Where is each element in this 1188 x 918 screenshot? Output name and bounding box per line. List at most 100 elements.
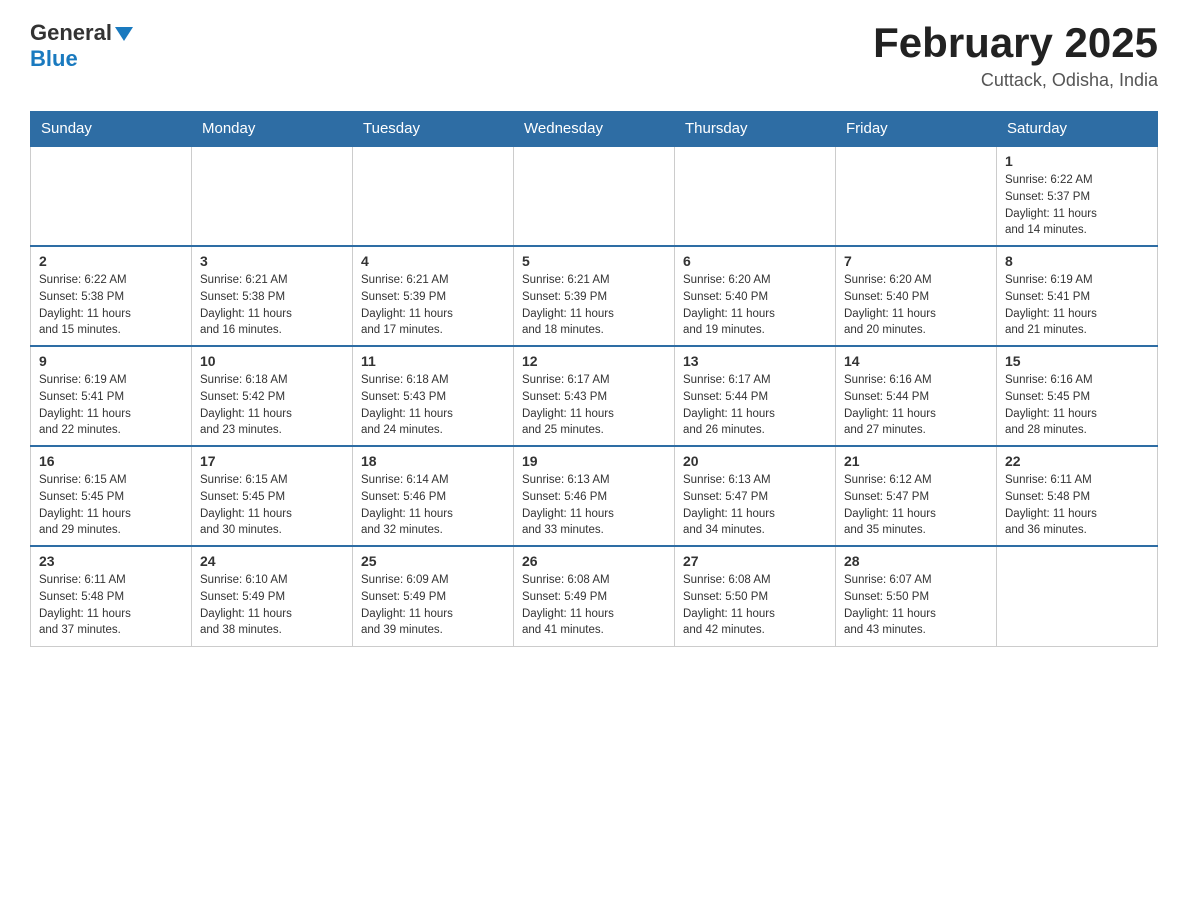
day-number: 23 — [39, 553, 183, 569]
day-number: 17 — [200, 453, 344, 469]
calendar-day-cell: 13 Sunrise: 6:17 AM Sunset: 5:44 PM Dayli… — [675, 346, 836, 446]
day-number: 10 — [200, 353, 344, 369]
calendar-day-cell — [353, 146, 514, 246]
calendar-day-cell: 25Sunrise: 6:09 AM Sunset: 5:49 PM Dayli… — [353, 546, 514, 646]
page-header: General Blue February 2025 Cuttack, Odis… — [30, 20, 1158, 91]
calendar-day-cell: 4 Sunrise: 6:21 AM Sunset: 5:39 PM Daylig… — [353, 246, 514, 346]
day-info: Sunrise: 6:20 AM Sunset: 5:40 PM Dayligh… — [844, 272, 988, 339]
day-info: Sunrise: 6:08 AM Sunset: 5:49 PM Dayligh… — [522, 572, 666, 639]
day-number: 24 — [200, 553, 344, 569]
calendar-day-cell: 28 Sunrise: 6:07 AM Sunset: 5:50 PM Dayli… — [836, 546, 997, 646]
calendar-day-cell: 2 Sunrise: 6:22 AM Sunset: 5:38 PM Daylig… — [31, 246, 192, 346]
day-info: Sunrise: 6:14 AM Sunset: 5:46 PM Dayligh… — [361, 472, 505, 539]
day-number: 1 — [1005, 153, 1149, 169]
day-number: 19 — [522, 453, 666, 469]
calendar-day-cell: 19 Sunrise: 6:13 AM Sunset: 5:46 PM Dayli… — [514, 446, 675, 546]
day-number: 9 — [39, 353, 183, 369]
day-info: Sunrise: 6:08 AM Sunset: 5:50 PM Dayligh… — [683, 572, 827, 639]
day-info: Sunrise: 6:19 AM Sunset: 5:41 PM Dayligh… — [39, 372, 183, 439]
calendar-table: SundayMondayTuesdayWednesdayThursdayFrid… — [30, 111, 1158, 647]
day-info: Sunrise: 6:13 AM Sunset: 5:47 PM Dayligh… — [683, 472, 827, 539]
day-info: Sunrise: 6:15 AM Sunset: 5:45 PM Dayligh… — [39, 472, 183, 539]
day-of-week-header: Friday — [836, 112, 997, 147]
logo-triangle-icon — [115, 27, 133, 41]
logo-blue-text: Blue — [30, 46, 78, 71]
calendar-day-cell: 10 Sunrise: 6:18 AM Sunset: 5:42 PM Dayli… — [192, 346, 353, 446]
calendar-day-cell: 23 Sunrise: 6:11 AM Sunset: 5:48 PM Dayli… — [31, 546, 192, 646]
day-info: Sunrise: 6:17 AM Sunset: 5:44 PM Dayligh… — [683, 372, 827, 439]
day-info: Sunrise: 6:07 AM Sunset: 5:50 PM Dayligh… — [844, 572, 988, 639]
day-of-week-header: Thursday — [675, 112, 836, 147]
calendar-day-cell: 15 Sunrise: 6:16 AM Sunset: 5:45 PM Dayli… — [997, 346, 1158, 446]
day-of-week-header: Tuesday — [353, 112, 514, 147]
month-title: February 2025 — [873, 20, 1158, 66]
day-of-week-header: Sunday — [31, 112, 192, 147]
calendar-day-cell: 5Sunrise: 6:21 AM Sunset: 5:39 PM Daylig… — [514, 246, 675, 346]
day-info: Sunrise: 6:11 AM Sunset: 5:48 PM Dayligh… — [1005, 472, 1149, 539]
calendar-day-cell — [836, 146, 997, 246]
day-info: Sunrise: 6:16 AM Sunset: 5:44 PM Dayligh… — [844, 372, 988, 439]
day-number: 21 — [844, 453, 988, 469]
day-number: 15 — [1005, 353, 1149, 369]
calendar-day-cell: 21 Sunrise: 6:12 AM Sunset: 5:47 PM Dayli… — [836, 446, 997, 546]
title-area: February 2025 Cuttack, Odisha, India — [873, 20, 1158, 91]
day-number: 14 — [844, 353, 988, 369]
day-info: Sunrise: 6:13 AM Sunset: 5:46 PM Dayligh… — [522, 472, 666, 539]
day-number: 28 — [844, 553, 988, 569]
day-number: 13 — [683, 353, 827, 369]
day-info: Sunrise: 6:18 AM Sunset: 5:42 PM Dayligh… — [200, 372, 344, 439]
calendar-header-row: SundayMondayTuesdayWednesdayThursdayFrid… — [31, 112, 1158, 147]
day-of-week-header: Monday — [192, 112, 353, 147]
day-number: 3 — [200, 253, 344, 269]
day-number: 16 — [39, 453, 183, 469]
day-info: Sunrise: 6:11 AM Sunset: 5:48 PM Dayligh… — [39, 572, 183, 639]
calendar-day-cell: 11 Sunrise: 6:18 AM Sunset: 5:43 PM Dayli… — [353, 346, 514, 446]
day-number: 4 — [361, 253, 505, 269]
day-number: 8 — [1005, 253, 1149, 269]
calendar-day-cell: 18Sunrise: 6:14 AM Sunset: 5:46 PM Dayli… — [353, 446, 514, 546]
calendar-week-row: 9 Sunrise: 6:19 AM Sunset: 5:41 PM Daylig… — [31, 346, 1158, 446]
day-info: Sunrise: 6:16 AM Sunset: 5:45 PM Dayligh… — [1005, 372, 1149, 439]
calendar-day-cell: 9 Sunrise: 6:19 AM Sunset: 5:41 PM Daylig… — [31, 346, 192, 446]
day-number: 25 — [361, 553, 505, 569]
day-info: Sunrise: 6:20 AM Sunset: 5:40 PM Dayligh… — [683, 272, 827, 339]
day-number: 7 — [844, 253, 988, 269]
day-number: 26 — [522, 553, 666, 569]
day-number: 20 — [683, 453, 827, 469]
calendar-week-row: 1 Sunrise: 6:22 AM Sunset: 5:37 PM Daylig… — [31, 146, 1158, 246]
calendar-day-cell: 27Sunrise: 6:08 AM Sunset: 5:50 PM Dayli… — [675, 546, 836, 646]
day-info: Sunrise: 6:22 AM Sunset: 5:37 PM Dayligh… — [1005, 172, 1149, 239]
day-number: 6 — [683, 253, 827, 269]
day-info: Sunrise: 6:22 AM Sunset: 5:38 PM Dayligh… — [39, 272, 183, 339]
day-of-week-header: Saturday — [997, 112, 1158, 147]
day-number: 11 — [361, 353, 505, 369]
calendar-day-cell: 16 Sunrise: 6:15 AM Sunset: 5:45 PM Dayli… — [31, 446, 192, 546]
calendar-day-cell: 22 Sunrise: 6:11 AM Sunset: 5:48 PM Dayli… — [997, 446, 1158, 546]
calendar-day-cell: 17 Sunrise: 6:15 AM Sunset: 5:45 PM Dayli… — [192, 446, 353, 546]
day-info: Sunrise: 6:17 AM Sunset: 5:43 PM Dayligh… — [522, 372, 666, 439]
day-number: 2 — [39, 253, 183, 269]
day-info: Sunrise: 6:12 AM Sunset: 5:47 PM Dayligh… — [844, 472, 988, 539]
day-info: Sunrise: 6:19 AM Sunset: 5:41 PM Dayligh… — [1005, 272, 1149, 339]
day-info: Sunrise: 6:21 AM Sunset: 5:39 PM Dayligh… — [361, 272, 505, 339]
day-number: 12 — [522, 353, 666, 369]
calendar-day-cell: 7 Sunrise: 6:20 AM Sunset: 5:40 PM Daylig… — [836, 246, 997, 346]
calendar-day-cell: 1 Sunrise: 6:22 AM Sunset: 5:37 PM Daylig… — [997, 146, 1158, 246]
day-info: Sunrise: 6:21 AM Sunset: 5:38 PM Dayligh… — [200, 272, 344, 339]
calendar-day-cell: 12 Sunrise: 6:17 AM Sunset: 5:43 PM Dayli… — [514, 346, 675, 446]
calendar-day-cell — [997, 546, 1158, 646]
day-info: Sunrise: 6:10 AM Sunset: 5:49 PM Dayligh… — [200, 572, 344, 639]
calendar-day-cell: 20 Sunrise: 6:13 AM Sunset: 5:47 PM Dayli… — [675, 446, 836, 546]
day-info: Sunrise: 6:18 AM Sunset: 5:43 PM Dayligh… — [361, 372, 505, 439]
location-text: Cuttack, Odisha, India — [873, 70, 1158, 91]
calendar-week-row: 16 Sunrise: 6:15 AM Sunset: 5:45 PM Dayli… — [31, 446, 1158, 546]
day-info: Sunrise: 6:15 AM Sunset: 5:45 PM Dayligh… — [200, 472, 344, 539]
day-info: Sunrise: 6:21 AM Sunset: 5:39 PM Dayligh… — [522, 272, 666, 339]
calendar-day-cell: 26 Sunrise: 6:08 AM Sunset: 5:49 PM Dayli… — [514, 546, 675, 646]
calendar-day-cell: 14 Sunrise: 6:16 AM Sunset: 5:44 PM Dayli… — [836, 346, 997, 446]
calendar-day-cell: 6 Sunrise: 6:20 AM Sunset: 5:40 PM Daylig… — [675, 246, 836, 346]
day-number: 22 — [1005, 453, 1149, 469]
day-of-week-header: Wednesday — [514, 112, 675, 147]
calendar-day-cell — [514, 146, 675, 246]
calendar-day-cell — [31, 146, 192, 246]
